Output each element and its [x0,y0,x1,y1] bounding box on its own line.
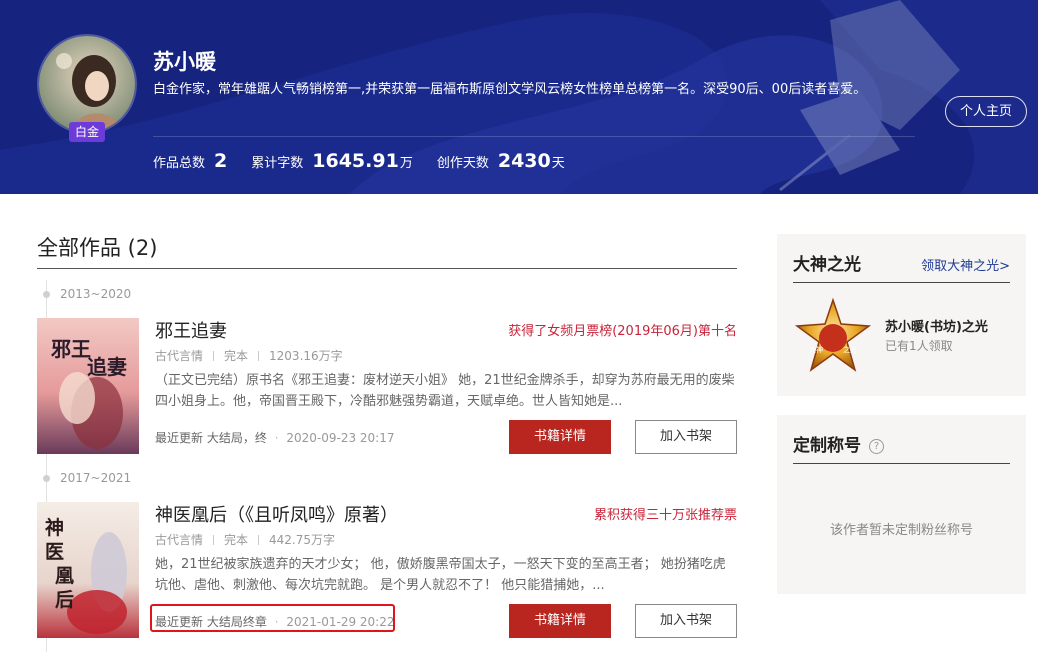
book-detail-button[interactable]: 书籍详情 [509,604,611,638]
works-count-label: 作品总数 [153,156,206,171]
svg-text:之光: 之光 [843,345,857,354]
book-word-count: 1203.16万字 [269,349,343,363]
book-title[interactable]: 邪王追妻 [155,317,227,343]
book-description: （正文已完结）原书名《邪王追妻：废材逆天小姐》 她，21世纪金牌杀手，却穿为苏府… [155,373,735,409]
author-banner: 白金 苏小暖 白金作家，常年雄踞人气畅销榜第一,并荣获第一届福布斯原创文学风云榜… [0,0,1038,194]
svg-text:凰: 凰 [55,565,74,587]
svg-text:医: 医 [45,541,64,563]
medal-claimed-count: 已有1人领取 [885,339,953,353]
add-to-shelf-button[interactable]: 加入书架 [635,420,737,454]
update-highlight-box [150,604,395,632]
book-category: 古代言情 [155,349,204,363]
banner-divider [153,136,915,137]
glory-divider [793,282,1010,283]
works-count-value: 2 [214,150,228,172]
claim-glory-link[interactable]: 领取大神之光> [921,255,1010,274]
book-cover-art: 神 医 凰 后 [37,502,139,638]
book-cover[interactable]: 神 医 凰 后 [37,502,139,638]
update-label: 最近更新 [155,431,204,445]
book-status: 完本 [224,349,249,363]
book-meta: 古代言情 完本 442.75万字 [155,531,335,548]
personal-homepage-button[interactable]: 个人主页 [945,96,1027,127]
book-word-count: 442.75万字 [269,533,336,547]
platinum-badge: 白金 [69,122,105,142]
add-to-shelf-button[interactable]: 加入书架 [635,604,737,638]
timeline-dot [43,474,50,482]
author-stats: 作品总数 2 累计字数 1645.91 万 创作天数 2430 天 [153,150,565,180]
word-count-unit: 万 [399,156,413,171]
timeline-dot [43,290,50,298]
svg-text:后: 后 [55,589,74,611]
author-intro: 白金作家，常年雄踞人气畅销榜第一,并荣获第一届福布斯原创文学风云榜女性榜单总榜第… [153,82,867,97]
book-honor: 获得了女频月票榜(2019年06月)第十名 [508,324,737,339]
year-range-marker: 2013~2020 [43,286,131,302]
glory-panel: 大神之光 领取大神之光> 大神 之光 苏小暖(书坊)之光 已有1人领取 [777,234,1026,396]
book-honor: 累积获得三十万张推荐票 [593,508,737,523]
all-works-heading: 全部作品 (2) [37,236,158,260]
writing-days-unit: 天 [551,156,565,171]
book-description: 她，21世纪被家族遗弃的天才少女； 他，傲娇腹黑帝国太子，一怒天下变的至高王者；… [155,557,726,593]
glory-medal-icon: 大神 之光 [794,297,872,372]
word-count-label: 累计字数 [251,156,304,171]
book-latest-update: 最近更新 大结局，终 · 2020-09-23 20:17 [155,431,395,445]
glory-title: 大神之光 [793,255,861,275]
year-range-text: 2013~2020 [60,287,132,301]
update-time: 2020-09-23 20:17 [286,431,395,445]
book-status: 完本 [224,533,249,547]
cover-title-art: 邪王 [50,337,91,361]
works-divider [37,268,737,269]
book-category: 古代言情 [155,533,204,547]
author-avatar[interactable] [37,34,137,134]
book-title[interactable]: 神医凰后（《且听凤鸣》原著） [155,501,398,527]
word-count-value: 1645.91 [312,150,399,172]
author-name: 苏小暖 [153,50,216,74]
book-cover-art: 邪王 追妻 [37,318,139,454]
avatar-image [39,36,135,132]
year-range-text: 2017~2021 [60,471,132,485]
book-detail-button[interactable]: 书籍详情 [509,420,611,454]
custom-title-divider [793,463,1010,464]
help-icon[interactable]: ? [869,439,884,454]
svg-text:神: 神 [45,516,64,539]
writing-days-label: 创作天数 [436,156,489,171]
svg-text:追妻: 追妻 [87,355,127,379]
svg-text:大神: 大神 [809,345,823,354]
writing-days-value: 2430 [497,150,551,172]
custom-title-heading: 定制称号? [793,431,884,456]
author-page: 白金 苏小暖 白金作家，常年雄踞人气畅销榜第一,并荣获第一届福布斯原创文学风云榜… [0,0,1038,654]
no-custom-title-note: 该作者暂未定制粉丝称号 [829,523,973,538]
custom-title-label: 定制称号 [793,436,861,456]
book-meta: 古代言情 完本 1203.16万字 [155,347,343,364]
update-chapter[interactable]: 大结局，终 [207,431,267,445]
custom-title-panel: 定制称号? 该作者暂未定制粉丝称号 [777,415,1026,594]
year-range-marker: 2017~2021 [43,470,131,486]
book-cover[interactable]: 邪王 追妻 [37,318,139,454]
medal-name: 苏小暖(书坊)之光 [885,320,988,335]
